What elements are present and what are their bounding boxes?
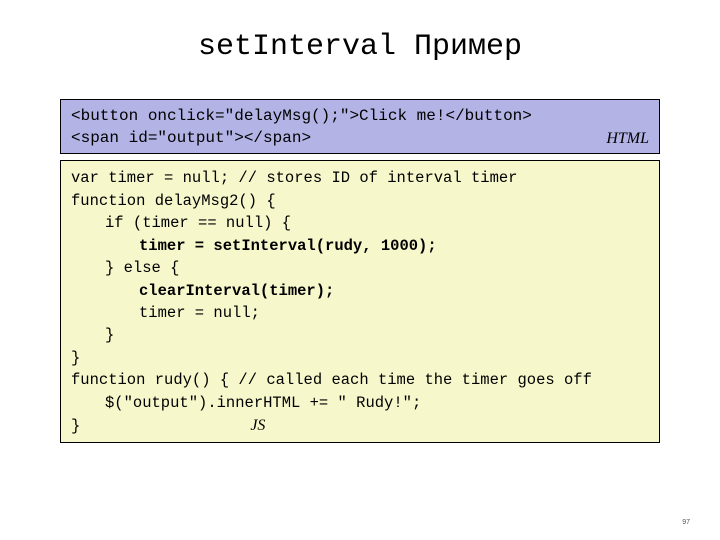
js-code-line: function delayMsg2() { (71, 190, 649, 212)
js-code-box: var timer = null; // stores ID of interv… (60, 160, 660, 443)
js-code-line: } (71, 324, 649, 346)
js-badge: JS (250, 414, 265, 437)
js-code-line: timer = null; (71, 302, 649, 324)
html-code-box: <button onclick="delayMsg();">Click me!<… (60, 99, 660, 154)
js-code-line: clearInterval(timer); (71, 280, 649, 302)
js-code-line: } else { (71, 257, 649, 279)
slide-title: setInterval Пример (60, 30, 660, 64)
html-code-line: <span id="output"></span> (71, 128, 649, 150)
slide-container: setInterval Пример <button onclick="dela… (0, 0, 720, 463)
js-code-line: if (timer == null) { (71, 212, 649, 234)
html-code-line: <button onclick="delayMsg();">Click me!<… (71, 106, 649, 128)
html-badge: HTML (606, 128, 649, 150)
js-code-line: function rudy() { // called each time th… (71, 369, 649, 391)
js-code-line: var timer = null; // stores ID of interv… (71, 167, 649, 189)
js-code-line: timer = setInterval(rudy, 1000); (71, 235, 649, 257)
js-code-line: } (71, 347, 649, 369)
js-code-line: $("output").innerHTML += " Rudy!"; (71, 392, 649, 414)
page-number: 97 (682, 519, 690, 526)
js-code-line: } (71, 417, 80, 435)
